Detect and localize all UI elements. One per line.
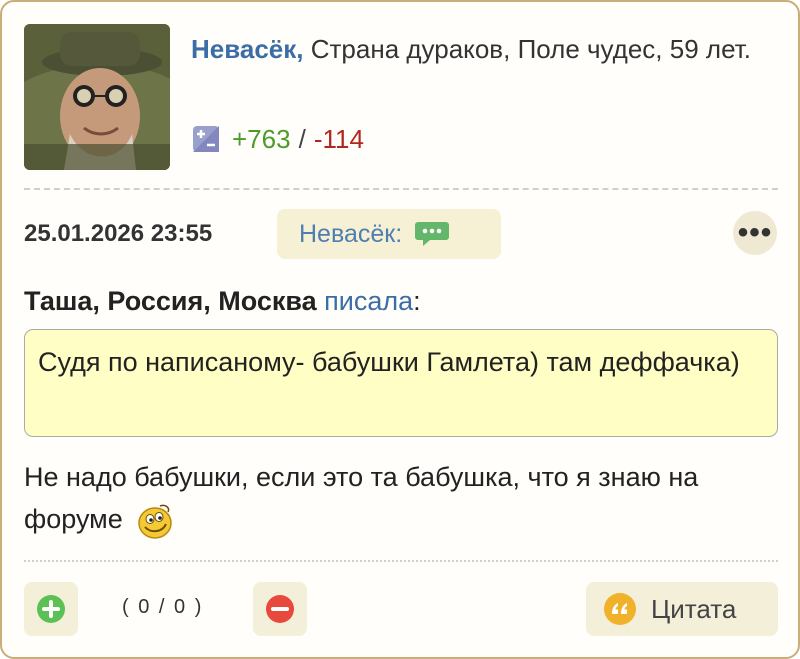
minus-circle-icon [266, 595, 294, 623]
divider [24, 188, 778, 190]
quote-icon [604, 593, 636, 625]
quote-author[interactable]: Таша, Россия, Москва [24, 286, 317, 316]
rating-separator: / [298, 123, 306, 154]
more-options-button[interactable]: ••• [733, 211, 777, 255]
footer-divider [24, 560, 778, 562]
vote-up-button[interactable] [24, 582, 78, 636]
quote-wrote-link[interactable]: писала [324, 286, 413, 316]
rating-icon [193, 126, 219, 152]
quote-text: Судя по написаному- бабушки Гамлета) там… [38, 347, 740, 377]
speech-bubble-icon [415, 222, 450, 246]
author-name[interactable]: Невасёк, [191, 34, 304, 64]
more-icon: ••• [737, 216, 773, 249]
reply-to-label: Невасёк: [299, 219, 403, 248]
post-card: Невасёк, Страна дураков, Поле чудес, 59 … [0, 0, 800, 659]
vote-count: ( 0 / 0 ) [122, 596, 204, 618]
smiley-icon [138, 504, 172, 539]
message-text: Не надо бабушки, если это та бабушка, чт… [24, 462, 699, 534]
plus-circle-icon [37, 595, 65, 623]
vote-down-button[interactable] [253, 582, 307, 636]
post-datetime: 25.01.2026 23:55 [24, 220, 213, 247]
quote-block: Судя по написаному- бабушки Гамлета) там… [24, 329, 778, 437]
avatar-image [24, 24, 170, 170]
quote-button-label: Цитата [651, 593, 737, 624]
author-info: Невасёк, Страна дураков, Поле чудес, 59 … [191, 30, 751, 68]
rating-plus: +763 [232, 123, 291, 154]
quote-colon: : [413, 286, 421, 316]
user-rating: +763 / -114 [192, 120, 364, 158]
message-body: Не надо бабушки, если это та бабушка, чт… [24, 456, 784, 540]
rating-minus: -114 [313, 123, 364, 154]
quote-header: Таша, Россия, Москва писала: [24, 282, 421, 320]
quote-button[interactable]: Цитата [586, 582, 778, 636]
avatar[interactable] [24, 24, 170, 170]
reply-to-button[interactable]: Невасёк: [277, 209, 501, 259]
author-details: Страна дураков, Поле чудес, 59 лет. [310, 34, 751, 64]
